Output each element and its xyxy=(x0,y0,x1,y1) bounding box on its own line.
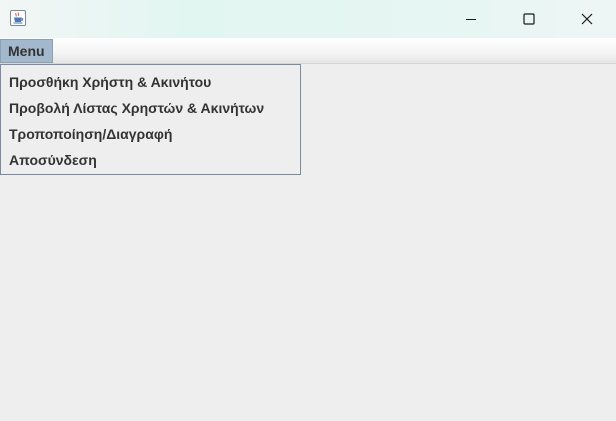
minimize-button[interactable] xyxy=(442,0,500,38)
close-button[interactable] xyxy=(558,0,616,38)
menu-item-logout[interactable]: Αποσύνδεση xyxy=(1,147,300,173)
java-cup-icon[interactable] xyxy=(10,10,26,26)
menu-dropdown: Προσθήκη Χρήστη & Ακινήτου Προβολή Λίστα… xyxy=(0,64,301,175)
minimize-icon xyxy=(466,19,476,20)
close-icon xyxy=(581,13,593,25)
menu-item-edit-delete[interactable]: Τροποποίηση/Διαγραφή xyxy=(1,121,300,147)
menu-button[interactable]: Menu xyxy=(0,39,53,63)
menu-item-view-list[interactable]: Προβολή Λίστας Χρηστών & Ακινήτων xyxy=(1,95,300,121)
maximize-icon xyxy=(523,13,535,25)
maximize-button[interactable] xyxy=(500,0,558,38)
menu-bar: Menu xyxy=(0,38,616,64)
window-titlebar[interactable] xyxy=(0,0,616,38)
menu-item-add-user-property[interactable]: Προσθήκη Χρήστη & Ακινήτου xyxy=(1,69,300,95)
